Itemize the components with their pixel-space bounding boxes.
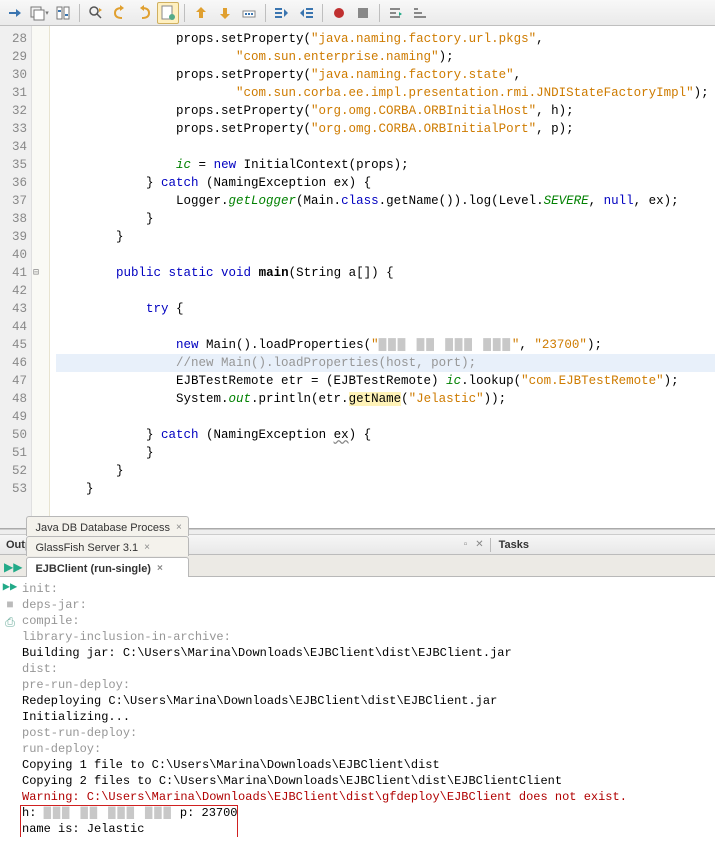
console-line: Warning: C:\Users\Marina\Downloads\EJBCl… <box>22 789 709 805</box>
rerun-icon[interactable]: ▶▶ <box>4 560 22 574</box>
console-line: run-deploy: <box>22 741 709 757</box>
bookmarked-file-icon[interactable] <box>157 2 179 24</box>
step-in-icon[interactable] <box>271 2 293 24</box>
console-line: Initializing... <box>22 709 709 725</box>
console-line: h: ▇▇▇ ▇▇ ▇▇▇ ▇▇▇ p: 23700 <box>22 805 709 821</box>
nav-fwd-icon[interactable] <box>133 2 155 24</box>
shift-left-icon[interactable] <box>190 2 212 24</box>
console-line: Copying 2 files to C:\Users\Marina\Downl… <box>22 773 709 789</box>
console-line: Building jar: C:\Users\Marina\Downloads\… <box>22 645 709 661</box>
console-line: Copying 1 file to C:\Users\Marina\Downlo… <box>22 757 709 773</box>
nav-back-icon[interactable] <box>109 2 131 24</box>
zoom-last-icon[interactable] <box>85 2 107 24</box>
console-line: post-run-deploy: <box>22 725 709 741</box>
save-output-icon[interactable]: ⎙ <box>2 615 18 631</box>
output-tab[interactable]: Java DB Database Process × <box>26 516 188 536</box>
output-console[interactable]: ▶▶ ■ ⎙ init:deps-jar:compile:library-inc… <box>0 577 715 837</box>
macro-icon[interactable] <box>238 2 260 24</box>
console-line: Redeploying C:\Users\Marina\Downloads\EJ… <box>22 693 709 709</box>
stop-icon[interactable] <box>352 2 374 24</box>
console-line: pre-run-deploy: <box>22 677 709 693</box>
minimize-icon[interactable]: ▫ <box>460 539 472 550</box>
close-icon[interactable]: × <box>144 542 150 553</box>
format-icon[interactable] <box>385 2 407 24</box>
line-gutter: 2829303132333435363738394041424344454647… <box>0 26 32 528</box>
console-line: library-inclusion-in-archive: <box>22 629 709 645</box>
console-line: name is: Jelastic <box>22 821 709 837</box>
find-next-icon[interactable]: ▾ <box>28 2 50 24</box>
console-line: dist: <box>22 661 709 677</box>
close-icon[interactable]: × <box>176 522 182 533</box>
run-icon[interactable]: ▶▶ <box>2 579 18 595</box>
code-editor[interactable]: 2829303132333435363738394041424344454647… <box>0 26 715 529</box>
output-tab[interactable]: EJBClient (run-single) × <box>26 557 188 577</box>
record-icon[interactable] <box>328 2 350 24</box>
shift-right-icon[interactable] <box>214 2 236 24</box>
stop-run-icon[interactable]: ■ <box>2 597 18 613</box>
tasks-title: Tasks <box>493 539 535 551</box>
console-line: init: <box>22 581 709 597</box>
tab-label: Java DB Database Process <box>35 522 170 534</box>
wordwrap-icon[interactable] <box>409 2 431 24</box>
tab-label: EJBClient (run-single) <box>35 563 151 575</box>
diff-icon[interactable] <box>52 2 74 24</box>
output-tabs: ▶▶ Java DB Database Process ×GlassFish S… <box>0 555 715 577</box>
console-line: deps-jar: <box>22 597 709 613</box>
editor-toolbar: ▾ <box>0 0 715 26</box>
close-icon[interactable]: × <box>157 563 163 574</box>
code-area[interactable]: props.setProperty("java.naming.factory.u… <box>50 26 715 528</box>
tab-label: GlassFish Server 3.1 <box>35 542 138 554</box>
output-tab[interactable]: GlassFish Server 3.1 × <box>26 536 188 556</box>
console-line: compile: <box>22 613 709 629</box>
close-icon[interactable]: ✕ <box>471 539 487 550</box>
find-prev-icon[interactable] <box>4 2 26 24</box>
step-out-icon[interactable] <box>295 2 317 24</box>
